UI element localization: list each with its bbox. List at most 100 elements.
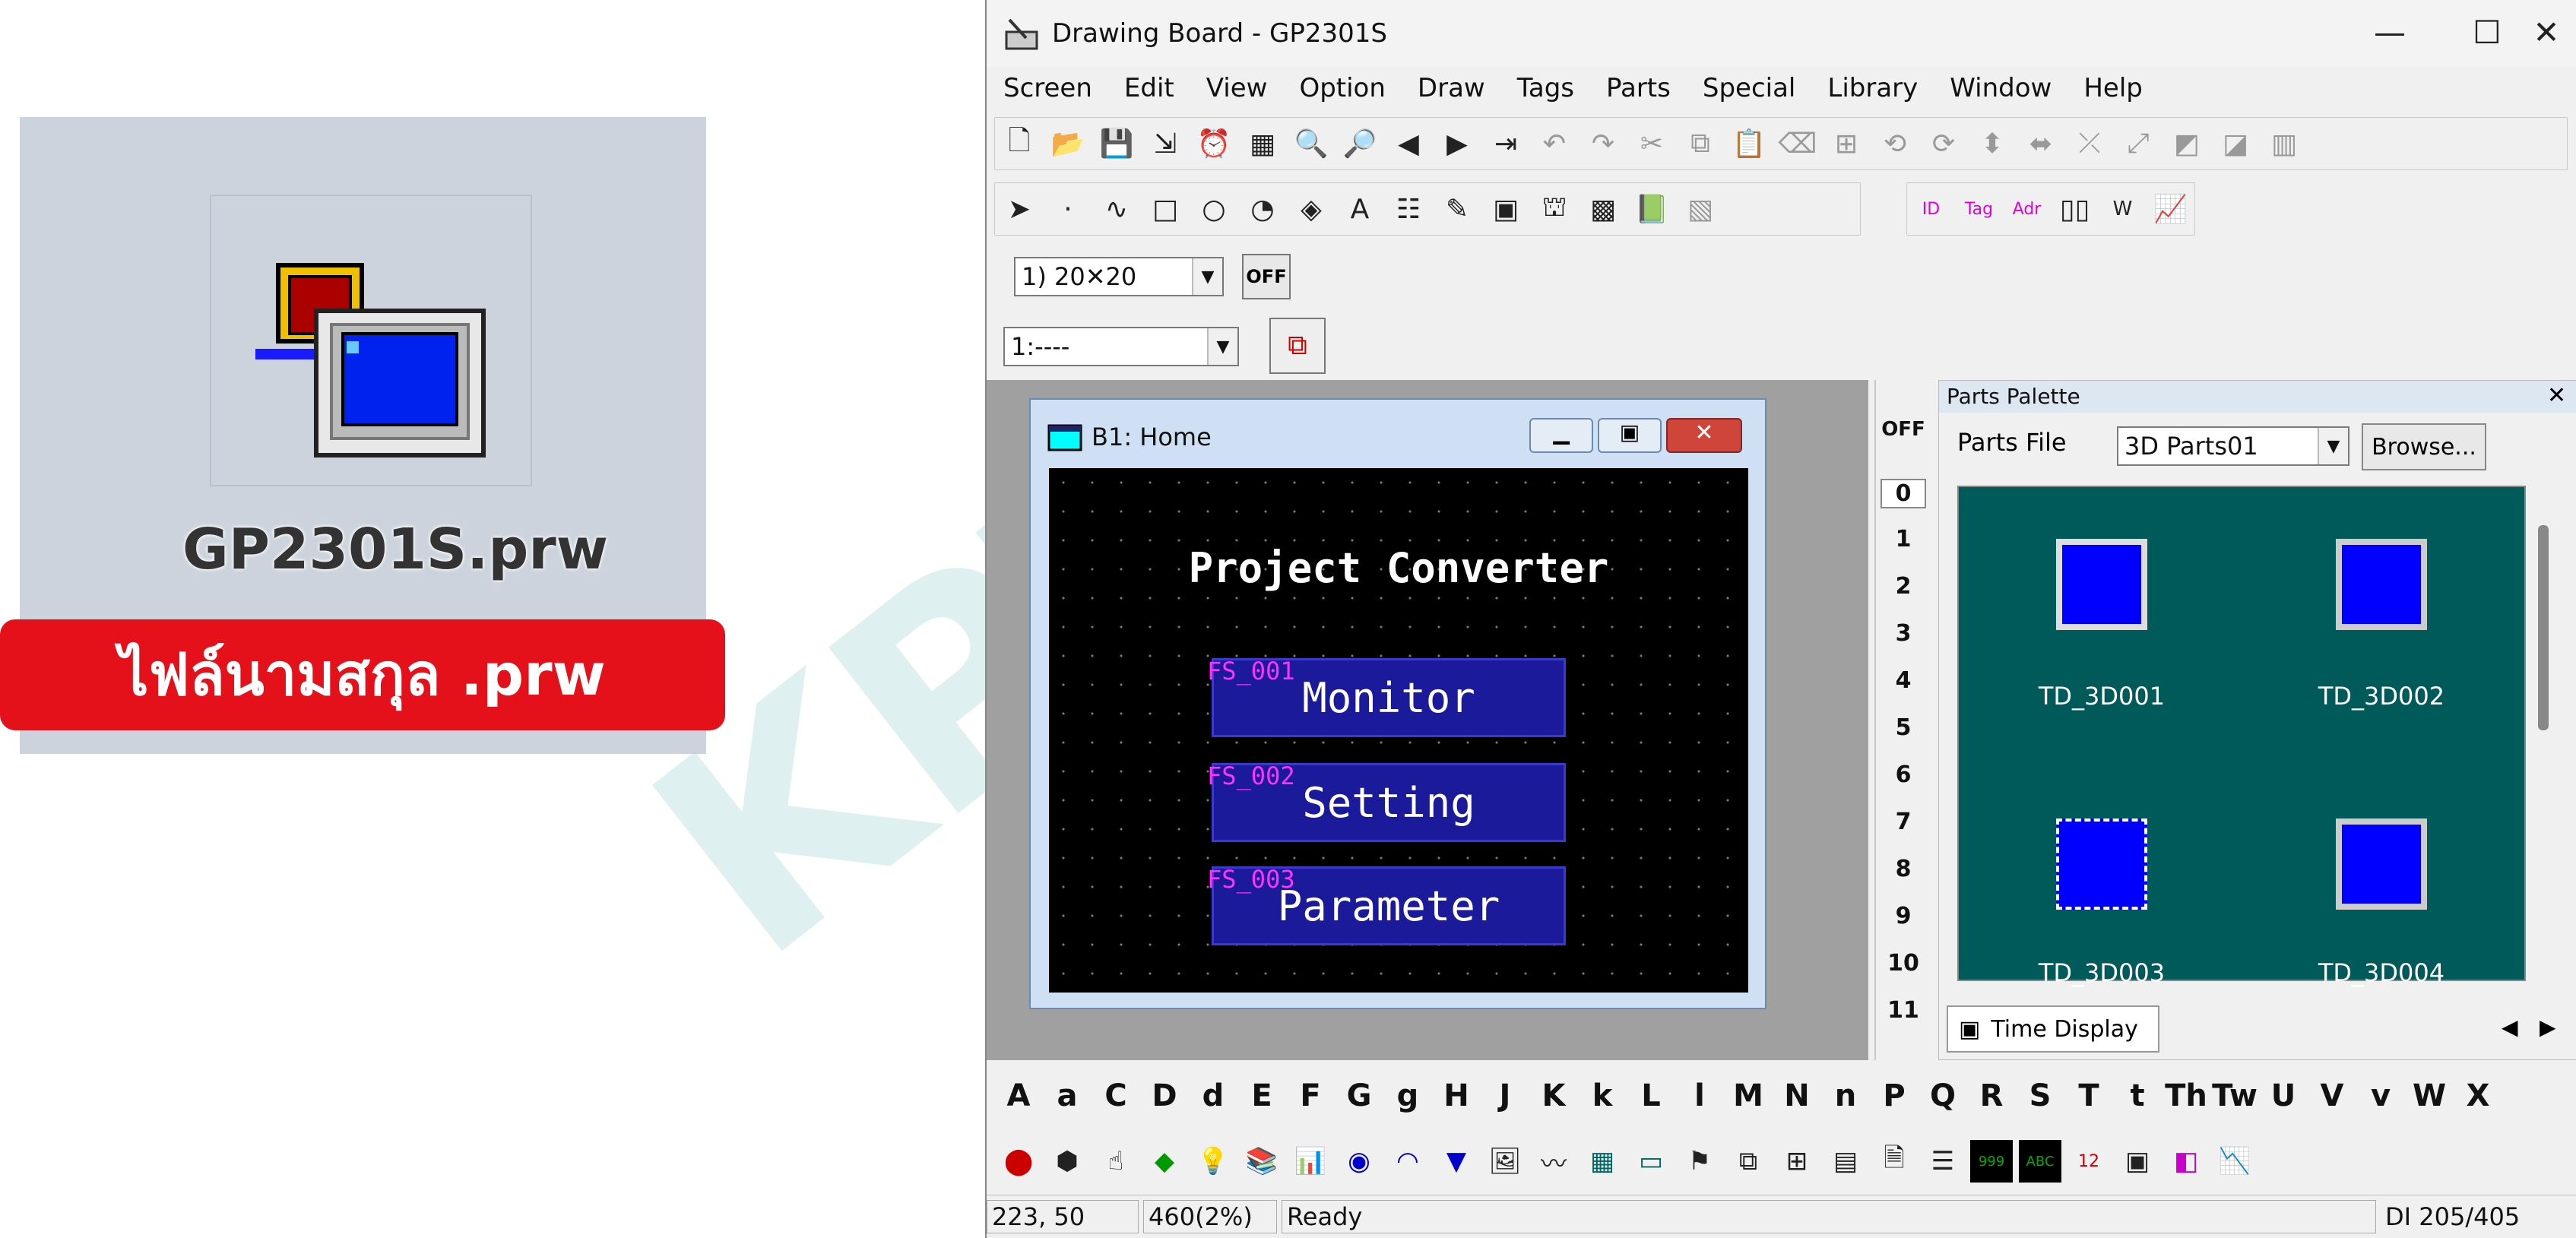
picture-icon[interactable]: 🖼 <box>1484 1140 1526 1183</box>
open-folder-icon[interactable]: 📂 <box>1047 122 1089 165</box>
rotate-right-icon[interactable]: ⟳ <box>1922 122 1965 165</box>
previous-icon[interactable]: ◀ <box>1387 122 1430 165</box>
layer-select[interactable]: 1:---- ▼ <box>1003 327 1239 366</box>
bar-graph-icon[interactable]: 📊 <box>1289 1140 1332 1183</box>
palette-tab-time-display[interactable]: ▣ Time Display <box>1947 1005 2159 1053</box>
char-button[interactable]: N <box>1773 1078 1821 1113</box>
char-button[interactable]: l <box>1675 1078 1724 1113</box>
menu-tags[interactable]: Tags <box>1517 73 1574 103</box>
menu-window[interactable]: Window <box>1950 73 2052 103</box>
ruler-item[interactable]: 0 <box>1881 479 1926 508</box>
tab-scroll-right-icon[interactable]: ▶ <box>2540 1015 2556 1040</box>
char-button[interactable]: M <box>1724 1078 1773 1113</box>
ruler-item[interactable]: 3 <box>1876 620 1931 647</box>
send-back-icon[interactable]: ◪ <box>2214 122 2257 165</box>
numeric-input-icon[interactable]: 12 <box>2067 1140 2110 1183</box>
char-button[interactable]: C <box>1092 1078 1140 1113</box>
arc-icon[interactable]: ◔ <box>1241 188 1284 230</box>
save-icon[interactable]: 💾 <box>1095 122 1138 165</box>
menu-view[interactable]: View <box>1206 73 1268 103</box>
redo-icon[interactable]: ↷ <box>1582 122 1624 165</box>
char-button[interactable]: Q <box>1919 1078 1967 1113</box>
rotate-left-icon[interactable]: ⟲ <box>1874 122 1916 165</box>
char-button[interactable]: Th <box>2162 1078 2210 1113</box>
flip-vertical-icon[interactable]: ⬍ <box>1971 122 2014 165</box>
ruler-item[interactable]: 9 <box>1876 903 1931 929</box>
tab-scroll-left-icon[interactable]: ◀ <box>2502 1015 2518 1040</box>
trend-icon[interactable]: 〰 <box>1532 1140 1575 1183</box>
child-minimize-button[interactable]: ▁ <box>1529 418 1593 453</box>
char-button[interactable]: A <box>994 1078 1043 1113</box>
exit-icon[interactable]: ⇥ <box>1484 122 1527 165</box>
switch-icon[interactable]: ⬢ <box>1046 1140 1088 1183</box>
child-close-button[interactable]: ✕ <box>1666 418 1742 453</box>
ruler-item[interactable]: 2 <box>1876 573 1931 600</box>
column-icon[interactable]: ▯▯ <box>2054 188 2096 230</box>
screen-canvas[interactable]: Project Converter Monitor FS_001 Setting… <box>1049 468 1748 993</box>
char-button[interactable]: E <box>1237 1078 1286 1113</box>
ruler-item[interactable]: 4 <box>1876 667 1931 694</box>
char-button[interactable]: F <box>1286 1078 1335 1113</box>
char-button[interactable]: G <box>1335 1078 1383 1113</box>
char-button[interactable]: T <box>2064 1078 2113 1113</box>
eraser-icon[interactable]: ⌫ <box>1776 122 1819 165</box>
zoom-out-icon[interactable]: 🔍 <box>1290 122 1332 165</box>
ruler-off[interactable]: OFF <box>1876 418 1931 441</box>
tank-icon[interactable]: ▼ <box>1435 1140 1478 1183</box>
char-button[interactable]: K <box>1529 1078 1578 1113</box>
part-td-3d001[interactable] <box>2056 539 2147 630</box>
ruler-item[interactable]: 7 <box>1876 809 1931 835</box>
paste-icon[interactable]: 📋 <box>1728 122 1770 165</box>
char-button[interactable]: V <box>2308 1078 2356 1113</box>
close-button[interactable]: ✕ <box>2524 14 2569 51</box>
ruler-item[interactable]: 11 <box>1876 997 1931 1024</box>
menu-edit[interactable]: Edit <box>1124 73 1174 103</box>
hatch-icon[interactable]: ☷ <box>1387 188 1430 230</box>
id-tag-icon[interactable]: ID <box>1910 188 1952 230</box>
pie-icon[interactable]: ◉ <box>1338 1140 1380 1183</box>
next-icon[interactable]: ▶ <box>1436 122 1478 165</box>
stamp-icon[interactable]: ▧ <box>1679 188 1722 230</box>
char-button[interactable]: g <box>1383 1078 1432 1113</box>
dot-icon[interactable]: · <box>1047 188 1089 230</box>
bring-front-icon[interactable]: ◩ <box>2166 122 2208 165</box>
chevron-down-icon[interactable]: ▼ <box>1192 258 1222 295</box>
char-button[interactable]: R <box>1967 1078 2016 1113</box>
gp-file-icon[interactable] <box>255 258 499 470</box>
document-icon[interactable]: 🗎 <box>1873 1140 1915 1183</box>
pen-icon[interactable]: ✎ <box>1436 188 1478 230</box>
char-button[interactable]: D <box>1140 1078 1189 1113</box>
char-button[interactable]: H <box>1432 1078 1481 1113</box>
char-button[interactable]: U <box>2259 1078 2308 1113</box>
minimize-button[interactable]: — <box>2367 14 2413 51</box>
char-button[interactable]: t <box>2113 1078 2162 1113</box>
cut-icon[interactable]: ✂ <box>1630 122 1673 165</box>
char-button[interactable]: J <box>1481 1078 1529 1113</box>
menu-special[interactable]: Special <box>1703 73 1796 103</box>
transfer-icon[interactable]: ⇲ <box>1144 122 1187 165</box>
address-icon[interactable]: Adr <box>2006 188 2048 230</box>
list-icon[interactable]: ☰ <box>1922 1140 1964 1183</box>
file-name[interactable]: GP2301S.prw <box>182 517 608 582</box>
rectangle-icon[interactable]: □ <box>1144 188 1187 230</box>
grid-select[interactable]: 1) 20✕20 ▼ <box>1014 257 1224 296</box>
ruler-item[interactable]: 10 <box>1876 950 1931 977</box>
library-icon[interactable]: ▦ <box>1241 122 1284 165</box>
group-icon[interactable]: ⊞ <box>1825 122 1868 165</box>
part-td-3d004[interactable] <box>2336 818 2427 910</box>
tag-icon[interactable]: Tag <box>1958 188 2000 230</box>
alarm-list-icon[interactable]: ⚑ <box>1678 1140 1721 1183</box>
char-button[interactable]: S <box>2016 1078 2064 1113</box>
char-button[interactable]: k <box>1578 1078 1627 1113</box>
zoom-in-icon[interactable]: 🔎 <box>1339 122 1381 165</box>
grid-off-button[interactable]: OFF <box>1242 254 1291 299</box>
parts-icon[interactable]: ⛫ <box>1533 188 1576 230</box>
menu-help[interactable]: Help <box>2083 73 2143 103</box>
char-button[interactable]: Tw <box>2210 1078 2259 1113</box>
shrink-icon[interactable]: ⤫ <box>2068 122 2111 165</box>
expand-icon[interactable]: ⤢ <box>2117 122 2159 165</box>
char-button[interactable]: v <box>2356 1078 2405 1113</box>
palette-close-icon[interactable]: ✕ <box>2547 382 2566 409</box>
char-button[interactable]: W <box>2405 1078 2454 1113</box>
browse-button[interactable]: Browse... <box>2362 423 2486 470</box>
